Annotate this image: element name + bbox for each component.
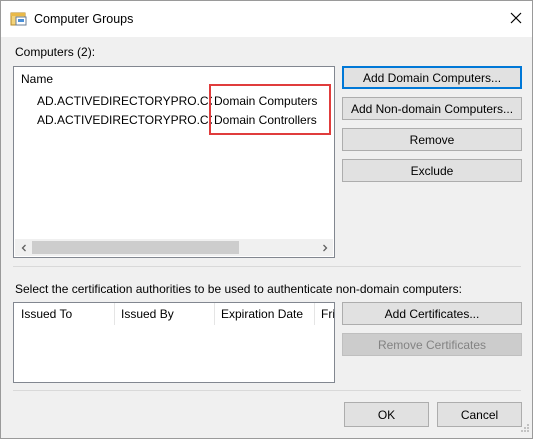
divider xyxy=(13,390,521,391)
window-title: Computer Groups xyxy=(34,12,134,26)
divider xyxy=(13,266,521,267)
computer-groups-dialog: Computer Groups Computers (2): Name AD.A… xyxy=(0,0,533,439)
certification-authorities-label: Select the certification authorities to … xyxy=(15,282,462,296)
horizontal-scrollbar[interactable] xyxy=(15,239,333,256)
add-non-domain-computers-button[interactable]: Add Non-domain Computers... xyxy=(342,97,522,120)
list-item-domain: AD.ACTIVEDIRECTORYPRO.COM\ xyxy=(37,113,212,127)
remove-computer-button[interactable]: Remove xyxy=(342,128,522,151)
column-header-expiration-date[interactable]: Expiration Date xyxy=(215,303,315,325)
resize-grip-icon[interactable] xyxy=(520,422,530,436)
cancel-button[interactable]: Cancel xyxy=(437,402,522,427)
list-item-domain: AD.ACTIVEDIRECTORYPRO.COM\ xyxy=(37,94,212,108)
column-header-friendly-name[interactable]: Fri xyxy=(315,303,334,325)
scroll-left-icon[interactable] xyxy=(15,239,32,256)
remove-certificates-button: Remove Certificates xyxy=(342,333,522,356)
scroll-right-icon[interactable] xyxy=(316,239,333,256)
computer-groups-icon xyxy=(10,10,28,28)
add-certificates-button[interactable]: Add Certificates... xyxy=(342,302,522,325)
ok-button[interactable]: OK xyxy=(344,402,429,427)
certificates-list[interactable]: Issued To Issued By Expiration Date Fri xyxy=(13,302,335,383)
exclude-computer-button[interactable]: Exclude xyxy=(342,159,522,182)
computers-label: Computers (2): xyxy=(15,45,96,59)
close-button[interactable] xyxy=(500,1,532,37)
close-icon xyxy=(510,12,522,27)
column-header-issued-to[interactable]: Issued To xyxy=(15,303,115,325)
annotation-highlight-box xyxy=(209,84,331,135)
column-header-name[interactable]: Name xyxy=(21,72,53,86)
column-header-issued-by[interactable]: Issued By xyxy=(115,303,215,325)
add-domain-computers-button[interactable]: Add Domain Computers... xyxy=(342,66,522,89)
scrollbar-thumb[interactable] xyxy=(32,241,239,254)
title-bar: Computer Groups xyxy=(1,1,532,37)
